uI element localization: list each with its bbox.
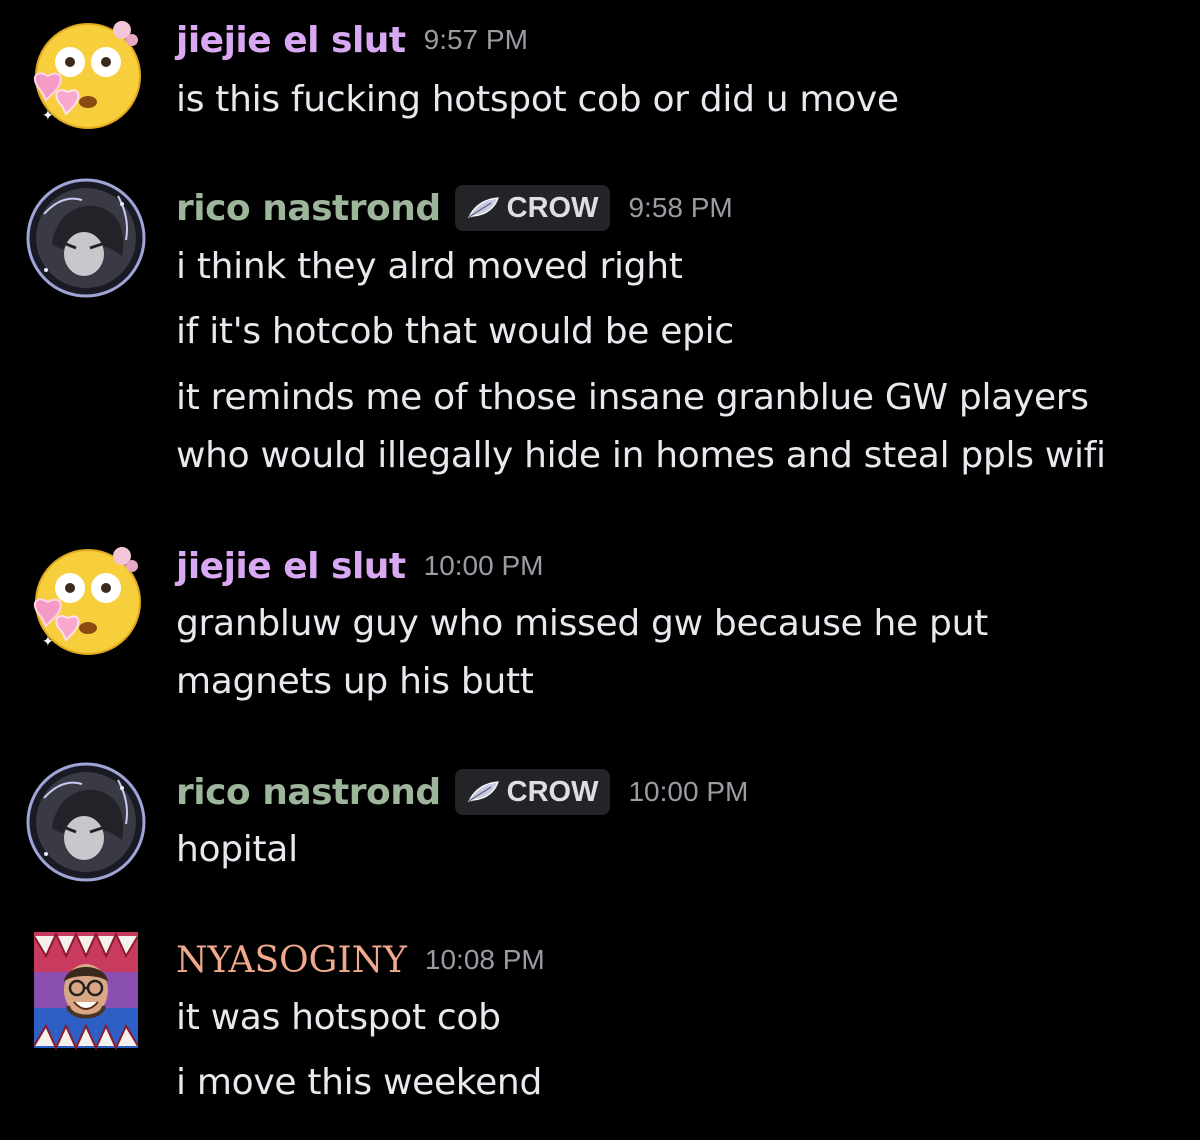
timestamp: 10:08 PM: [424, 944, 545, 975]
message-text: granbluw guy who missed gw because he pu…: [176, 603, 988, 644]
username[interactable]: rico nastrond: [176, 188, 441, 229]
dizzy-face-emoji-icon: ✦: [33, 547, 141, 655]
message-text: i move this weekend: [176, 1062, 542, 1103]
avatar[interactable]: ✦: [22, 10, 150, 138]
avatar[interactable]: [22, 758, 150, 886]
username[interactable]: rico nastrond: [176, 772, 441, 813]
avatar[interactable]: ✦: [22, 536, 150, 664]
message-text: if it's hotcob that would be epic: [176, 311, 734, 352]
role-tag-label: CROW: [506, 775, 599, 808]
feather-icon: [467, 781, 499, 802]
avatar[interactable]: [22, 926, 150, 1054]
message-header: rico nastrond CROW 10:00 PM: [176, 762, 748, 822]
svg-text:✦: ✦: [42, 634, 54, 650]
timestamp: 10:00 PM: [628, 776, 749, 807]
message-text: is this fucking hotspot cob or did u mov…: [176, 79, 899, 120]
message-text: it was hotspot cob: [176, 997, 501, 1038]
message-header: NYASOGINY 10:08 PM: [176, 930, 545, 990]
message-header: jiejie el slut 9:57 PM: [176, 10, 528, 70]
timestamp: 9:57 PM: [423, 24, 528, 55]
dizzy-face-emoji-icon: ✦: [33, 21, 141, 129]
username[interactable]: NYASOGINY: [176, 940, 407, 981]
message-header: jiejie el slut 10:00 PM: [176, 536, 543, 596]
message-text: it reminds me of those insane granblue G…: [176, 377, 1089, 418]
username[interactable]: jiejie el slut: [176, 546, 406, 587]
role-tag[interactable]: CROW: [454, 769, 611, 815]
svg-text:✦: ✦: [42, 108, 54, 124]
message-text: magnets up his butt: [176, 661, 534, 702]
role-tag-label: CROW: [506, 191, 599, 224]
feather-icon: [467, 197, 499, 218]
message-text: hopital: [176, 829, 298, 870]
username[interactable]: jiejie el slut: [176, 20, 406, 61]
role-tag[interactable]: CROW: [454, 185, 611, 231]
anime-character-avatar-icon: [26, 178, 146, 298]
message-header: rico nastrond CROW 9:58 PM: [176, 178, 733, 238]
avatar[interactable]: [22, 174, 150, 302]
message-text: i think they alrd moved right: [176, 246, 683, 287]
message-text: who would illegally hide in homes and st…: [176, 435, 1106, 476]
timestamp: 10:00 PM: [423, 550, 544, 581]
smiling-man-photo-avatar-icon: [33, 931, 139, 1051]
anime-character-avatar-icon: [26, 762, 146, 882]
timestamp: 9:58 PM: [628, 192, 733, 223]
